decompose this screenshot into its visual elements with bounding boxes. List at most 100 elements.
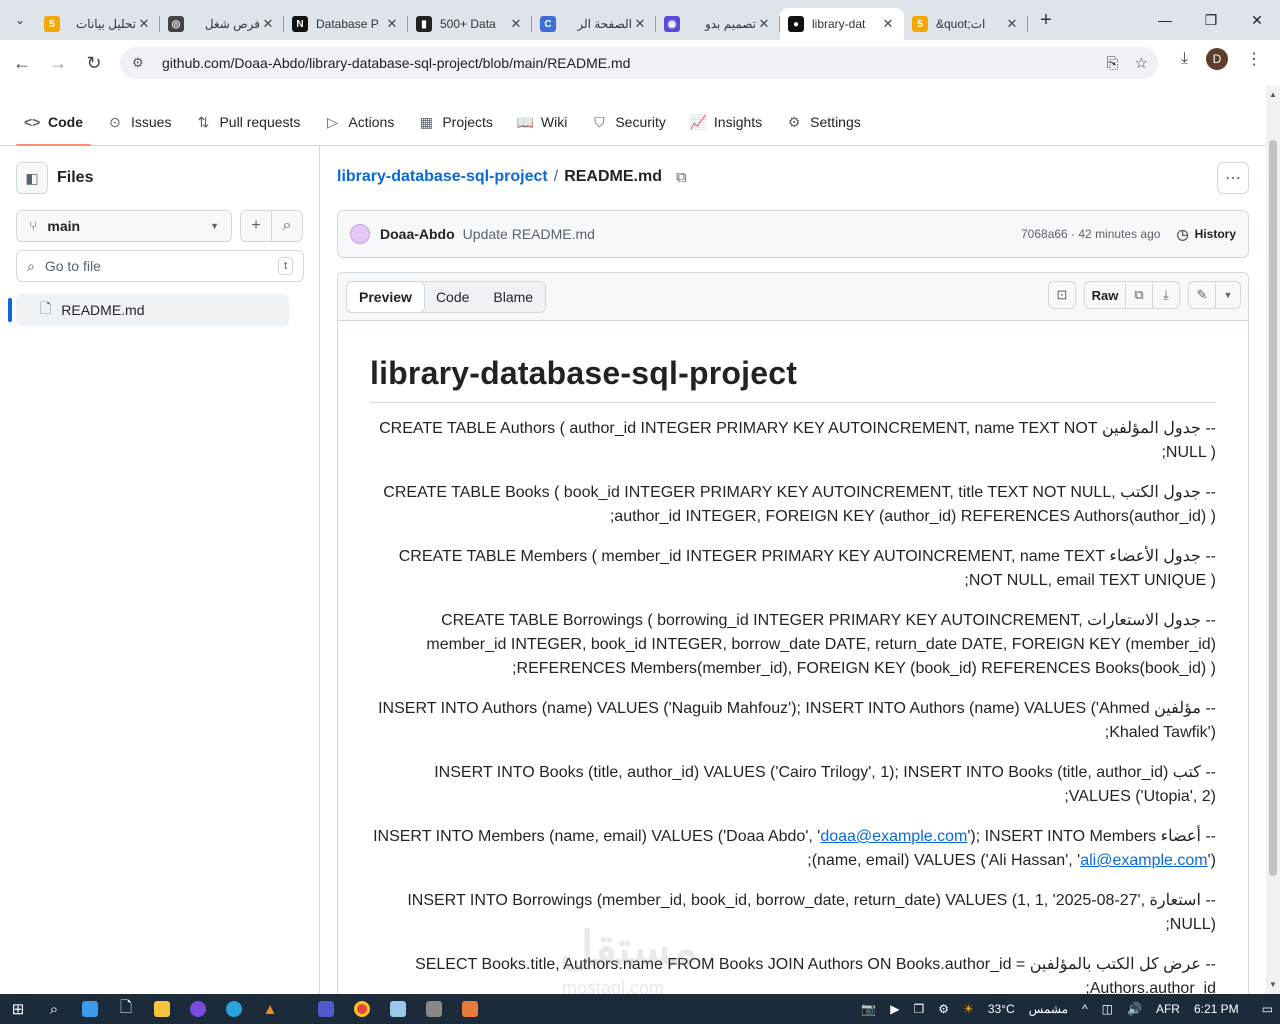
camera-icon[interactable]: 📷 — [861, 1002, 876, 1016]
tab-pull-requests[interactable]: ⇅ Pull requests — [187, 104, 308, 140]
vlc-icon[interactable]: ▲ — [252, 994, 288, 1024]
email-link[interactable]: doaa@example.com — [820, 828, 967, 845]
network-icon[interactable]: ◫ — [1102, 1002, 1113, 1016]
scroll-down-arrow[interactable]: ▼ — [1266, 978, 1280, 992]
file-icon[interactable]: 🗋 — [108, 994, 144, 1024]
teams-icon[interactable] — [308, 994, 344, 1024]
browser-tab[interactable]: ▮ 500+ Data ✕ — [408, 8, 532, 40]
copilot-button[interactable]: ⊡ — [1048, 281, 1076, 309]
search-icon: ⌕ — [27, 257, 35, 274]
tab-preview[interactable]: Preview — [346, 281, 425, 313]
chevron-up-icon[interactable]: ^ — [1082, 1002, 1088, 1016]
copy-raw-icon[interactable]: ⧉ — [1125, 281, 1153, 309]
address-bar[interactable]: ⚙ github.com/Doaa-Abdo/library-database-… — [120, 47, 1158, 79]
browser-tab[interactable]: C الصفحة الر ✕ — [532, 8, 656, 40]
app-icon[interactable] — [180, 994, 216, 1024]
copy-path-icon[interactable]: ⧉ — [676, 169, 687, 186]
install-app-icon[interactable]: ⎘ — [1107, 55, 1119, 72]
minimize-button[interactable]: — — [1142, 0, 1188, 40]
edit-pencil-icon[interactable]: ✎ — [1188, 281, 1216, 309]
forward-button[interactable]: → — [40, 45, 76, 81]
paint-icon[interactable] — [452, 994, 488, 1024]
history-button[interactable]: ◷ History — [1176, 226, 1236, 243]
page-scrollbar[interactable]: ▲ ▼ — [1266, 86, 1280, 994]
tab-security[interactable]: ⛉ Security — [583, 104, 674, 140]
book-icon: 📖 — [516, 113, 535, 130]
browser-tab[interactable]: 5 &quot;ات ✕ — [904, 8, 1028, 40]
reload-button[interactable]: ↻ — [76, 45, 112, 81]
site-info-icon[interactable]: ⚙ — [132, 55, 148, 71]
tab-settings[interactable]: ⚙ Settings — [778, 104, 869, 140]
browser-tab[interactable]: ● library-dat ✕ — [780, 8, 904, 40]
back-button[interactable]: ← — [4, 45, 40, 81]
maximize-button[interactable]: ❐ — [1188, 0, 1234, 40]
chrome-icon[interactable] — [344, 994, 380, 1024]
tab-insights[interactable]: 📈 Insights — [682, 104, 770, 140]
close-tab-icon[interactable]: ✕ — [1004, 16, 1020, 32]
close-tab-icon[interactable]: ✕ — [632, 16, 648, 32]
browser-menu-icon[interactable]: ⋮ — [1246, 49, 1262, 69]
browser-tab[interactable]: ◎ فرص شغل ✕ — [160, 8, 284, 40]
bookmark-star-icon[interactable]: ☆ — [1135, 54, 1148, 72]
readme-paragraph: -- استعارة INSERT INTO Borrowings (membe… — [407, 892, 1216, 933]
copilot-icon[interactable] — [72, 994, 108, 1024]
breadcrumb-repo-link[interactable]: library-database-sql-project — [337, 168, 548, 186]
copy-icon[interactable]: ❐ — [914, 1002, 925, 1016]
file-viewer: Preview Code Blame ⊡ Raw ⧉ ⤓ ✎ ▼ library… — [337, 272, 1249, 1024]
commit-author[interactable]: Doaa-Abdo — [380, 226, 455, 242]
calculator-icon[interactable] — [416, 994, 452, 1024]
tab-blame[interactable]: Blame — [481, 282, 545, 312]
collapse-sidebar-button[interactable]: ◧ — [16, 162, 48, 194]
more-options-button[interactable]: ⋯ — [1217, 162, 1249, 194]
author-avatar[interactable] — [350, 224, 370, 244]
clock[interactable]: 6:21 PM — [1194, 1002, 1239, 1016]
tab-code[interactable]: <> Code — [16, 104, 91, 146]
close-window-button[interactable]: ✕ — [1234, 0, 1280, 40]
file-explorer-icon[interactable] — [144, 994, 180, 1024]
commit-message[interactable]: Update README.md — [463, 226, 595, 242]
add-file-button[interactable]: + — [240, 210, 272, 242]
browser-tab[interactable]: ◉ تصميم بدو ✕ — [656, 8, 780, 40]
tab-code[interactable]: Code — [424, 282, 481, 312]
tab-wiki[interactable]: 📖 Wiki — [509, 104, 575, 140]
scrollbar-thumb[interactable] — [1269, 140, 1277, 876]
tab-search-icon[interactable]: ⌄ — [4, 4, 36, 36]
close-tab-icon[interactable]: ✕ — [136, 16, 152, 32]
tab-projects[interactable]: ▦ Projects — [410, 104, 501, 140]
video-icon[interactable]: ▶ — [890, 1002, 899, 1016]
weather-text[interactable]: مشمس — [1029, 1002, 1068, 1016]
download-raw-icon[interactable]: ⤓ — [1152, 281, 1180, 309]
windows-start-icon[interactable]: ⊞ — [0, 994, 36, 1024]
tab-label: Insights — [713, 114, 763, 130]
browser-tab[interactable]: 5 تحليل بيانات ✕ — [36, 8, 160, 40]
notifications-icon[interactable]: ▭ — [1262, 1002, 1273, 1016]
edit-dropdown-icon[interactable]: ▼ — [1215, 281, 1241, 309]
close-tab-icon[interactable]: ✕ — [756, 16, 772, 32]
branch-selector[interactable]: ⑂ main ▼ — [16, 210, 232, 242]
new-tab-button[interactable]: + — [1032, 6, 1060, 34]
settings-icon[interactable]: ⚙ — [938, 1002, 949, 1016]
close-tab-icon[interactable]: ✕ — [880, 16, 896, 32]
volume-icon[interactable]: 🔊 — [1127, 1002, 1142, 1016]
tab-actions[interactable]: ▷ Actions — [316, 104, 402, 140]
browser-tab[interactable]: N Database P ✕ — [284, 8, 408, 40]
language-indicator[interactable]: AFR — [1156, 1002, 1180, 1016]
telegram-icon[interactable] — [216, 994, 252, 1024]
profile-avatar[interactable]: D — [1206, 48, 1228, 70]
search-files-button[interactable]: ⌕ — [271, 210, 303, 242]
download-icon[interactable]: ⤓ — [1181, 50, 1188, 68]
close-tab-icon[interactable]: ✕ — [508, 16, 524, 32]
go-to-file-input[interactable]: ⌕ Go to file t — [16, 250, 304, 282]
file-tree-item[interactable]: 🗋 README.md — [16, 294, 289, 326]
scroll-up-arrow[interactable]: ▲ — [1266, 88, 1280, 102]
raw-button[interactable]: Raw — [1084, 281, 1126, 309]
notepad-icon[interactable] — [380, 994, 416, 1024]
commit-meta[interactable]: 7068a66 · 42 minutes ago — [1021, 227, 1160, 241]
close-tab-icon[interactable]: ✕ — [384, 16, 400, 32]
search-icon[interactable]: ⌕ — [36, 994, 72, 1024]
browser-tab-bar: ⌄ 5 تحليل بيانات ✕ ◎ فرص شغل ✕ N Database P ✕ ▮ 50… — [0, 0, 1280, 40]
tab-issues[interactable]: ⊙ Issues — [99, 104, 179, 140]
close-tab-icon[interactable]: ✕ — [260, 16, 276, 32]
weather-temp[interactable]: 33°C — [988, 1002, 1015, 1016]
email-link[interactable]: ali@example.com — [1080, 852, 1207, 869]
